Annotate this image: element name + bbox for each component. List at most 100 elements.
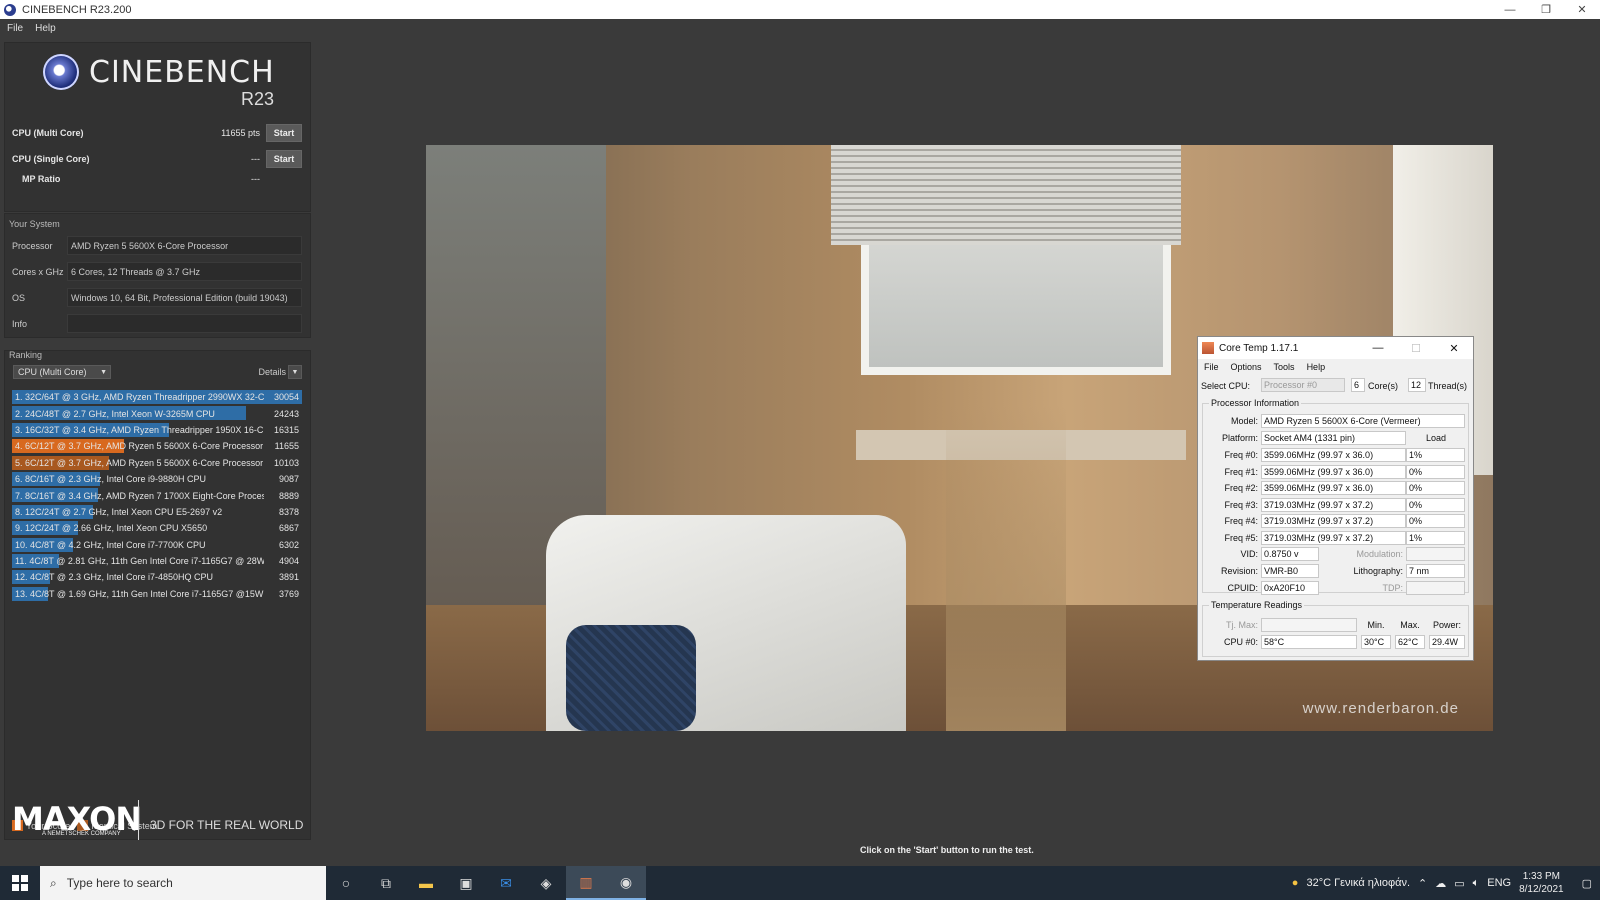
ranking-row[interactable]: 4. 6C/12T @ 3.7 GHz, AMD Ryzen 5 5600X 6… bbox=[12, 438, 302, 454]
tdp-value bbox=[1406, 581, 1465, 595]
sys-row-info: Info bbox=[12, 314, 302, 333]
maxon-tagline: 3D FOR THE REAL WORLD bbox=[150, 818, 304, 832]
revision-value: VMR-B0 bbox=[1261, 564, 1319, 578]
onedrive-icon[interactable]: ☁ bbox=[1435, 877, 1446, 890]
ranking-row[interactable]: 3. 16C/32T @ 3.4 GHz, AMD Ryzen Threadri… bbox=[12, 422, 302, 438]
store-icon[interactable]: ▣ bbox=[446, 866, 486, 900]
ct-menu-help[interactable]: Help bbox=[1307, 362, 1326, 372]
mail-icon[interactable]: ✉ bbox=[486, 866, 526, 900]
ranking-label: 6. 8C/16T @ 2.3 GHz, Intel Core i9-9880H… bbox=[15, 474, 207, 485]
ranking-row[interactable]: 6. 8C/16T @ 2.3 GHz, Intel Core i9-9880H… bbox=[12, 471, 302, 487]
clock-time: 1:33 PM bbox=[1522, 871, 1560, 882]
ranking-row[interactable]: 5. 6C/12T @ 3.7 GHz, AMD Ryzen 5 5600X 6… bbox=[12, 455, 302, 471]
coretemp-taskbar-icon[interactable]: ▥ bbox=[566, 866, 606, 900]
freq-load: 0% bbox=[1406, 514, 1465, 528]
ranking-label: 7. 8C/16T @ 3.4 GHz, AMD Ryzen 7 1700X E… bbox=[15, 490, 264, 501]
ct-menu-file[interactable]: File bbox=[1204, 362, 1219, 372]
ranking-row[interactable]: 10. 4C/8T @ 4.2 GHz, Intel Core i7-7700K… bbox=[12, 537, 302, 553]
ranking-row[interactable]: 8. 12C/24T @ 2.7 GHz, Intel Xeon CPU E5-… bbox=[12, 504, 302, 520]
cpu0-min: 30°C bbox=[1361, 635, 1391, 649]
task-view-icon[interactable]: ⧉ bbox=[366, 866, 406, 900]
sys-key: Processor bbox=[12, 240, 53, 251]
group-title: Processor Information bbox=[1209, 398, 1302, 408]
ranking-score: 6867 bbox=[278, 523, 299, 534]
taskbar-search-box[interactable]: ⌕ Type here to search bbox=[40, 866, 326, 900]
cinebench-app-icon bbox=[4, 3, 16, 16]
cpu-select-dropdown[interactable]: Processor #0 bbox=[1261, 378, 1345, 392]
cores-count: 6 bbox=[1351, 378, 1365, 392]
platform-value: Socket AM4 (1331 pin) bbox=[1261, 431, 1406, 445]
bench-label: MP Ratio bbox=[22, 174, 61, 184]
info-input[interactable] bbox=[67, 314, 302, 333]
ranking-row[interactable]: 9. 12C/24T @ 2.66 GHz, Intel Xeon CPU X5… bbox=[12, 520, 302, 536]
section-title: Your System bbox=[9, 219, 60, 229]
vid-value: 0.8750 v bbox=[1261, 547, 1319, 561]
details-toggle-button[interactable]: ▼ bbox=[288, 365, 302, 379]
restore-button[interactable]: ❐ bbox=[1528, 0, 1564, 19]
network-icon[interactable]: ▭ bbox=[1454, 877, 1464, 890]
logo-title: CINEBENCH bbox=[89, 55, 275, 90]
ranking-label: 1. 32C/64T @ 3 GHz, AMD Ryzen Threadripp… bbox=[15, 392, 264, 403]
ranking-label: 5. 6C/12T @ 3.7 GHz, AMD Ryzen 5 5600X 6… bbox=[15, 457, 264, 468]
ranking-row[interactable]: 2. 24C/48T @ 2.7 GHz, Intel Xeon W-3265M… bbox=[12, 405, 302, 421]
ranking-score: 16315 bbox=[273, 424, 299, 435]
bench-row-single: CPU (Single Core) --- Start bbox=[12, 149, 302, 169]
ranking-type-dropdown[interactable]: CPU (Multi Core) ▼ bbox=[13, 365, 111, 379]
cpuid-value: 0xA20F10 bbox=[1261, 581, 1319, 595]
section-title: Ranking bbox=[9, 350, 43, 360]
freq-value: 3719.03MHz (99.97 x 37.2) bbox=[1261, 497, 1406, 512]
platform-label: Platform: bbox=[1221, 433, 1258, 443]
language-indicator[interactable]: ENG bbox=[1487, 877, 1511, 889]
minimize-button[interactable]: — bbox=[1492, 0, 1528, 19]
menu-file[interactable]: File bbox=[7, 23, 23, 34]
window-titlebar: CINEBENCH R23.200 — ❐ ✕ bbox=[0, 0, 1600, 19]
threads-label: Thread(s) bbox=[1428, 381, 1468, 391]
menu-help[interactable]: Help bbox=[35, 23, 56, 34]
file-explorer-icon[interactable]: ▬ bbox=[406, 866, 446, 900]
dropdown-value: CPU (Multi Core) bbox=[18, 367, 87, 377]
start-single-button[interactable]: Start bbox=[266, 150, 302, 168]
render-chair bbox=[946, 405, 1066, 731]
notification-icon[interactable]: ▢ bbox=[1582, 877, 1592, 890]
freq-label: Freq #1: bbox=[1224, 466, 1258, 477]
ranking-score: 4904 bbox=[278, 556, 299, 567]
lithography-value: 7 nm bbox=[1406, 564, 1465, 578]
chevron-up-icon[interactable]: ⌃ bbox=[1418, 877, 1427, 890]
search-placeholder: Type here to search bbox=[66, 876, 173, 890]
tdp-label: TDP: bbox=[1382, 583, 1403, 593]
windows-icon bbox=[12, 875, 28, 891]
freq-load: 0% bbox=[1406, 497, 1465, 512]
ranking-row[interactable]: 13. 4C/8T @ 1.69 GHz, 11th Gen Intel Cor… bbox=[12, 586, 302, 602]
start-button[interactable] bbox=[0, 866, 40, 900]
coretemp-close-button[interactable]: ✕ bbox=[1435, 337, 1473, 359]
ranking-label: 8. 12C/24T @ 2.7 GHz, Intel Xeon CPU E5-… bbox=[15, 506, 223, 517]
coretemp-title: Core Temp 1.17.1 bbox=[1219, 342, 1299, 354]
volume-icon[interactable]: 🔈︎ bbox=[1473, 877, 1480, 890]
close-button[interactable]: ✕ bbox=[1564, 0, 1600, 19]
power-label: Power: bbox=[1432, 620, 1461, 630]
ranking-score: 6302 bbox=[278, 539, 299, 550]
cpuid-label: CPUID: bbox=[1227, 583, 1258, 593]
ct-menu-options[interactable]: Options bbox=[1231, 362, 1262, 372]
min-label: Min. bbox=[1367, 620, 1385, 630]
freq-label: Freq #3: bbox=[1224, 499, 1258, 510]
select-cpu-label: Select CPU: bbox=[1201, 381, 1251, 391]
ct-menu-tools[interactable]: Tools bbox=[1274, 362, 1295, 372]
bench-row-mp: MP Ratio --- bbox=[12, 169, 302, 189]
coretemp-maximize-button[interactable]: ☐ bbox=[1397, 337, 1435, 359]
ranking-row[interactable]: 11. 4C/8T @ 2.81 GHz, 11th Gen Intel Cor… bbox=[12, 553, 302, 569]
clock[interactable]: 1:33 PM 8/12/2021 bbox=[1519, 870, 1564, 896]
ranking-row[interactable]: 7. 8C/16T @ 3.4 GHz, AMD Ryzen 7 1700X E… bbox=[12, 487, 302, 503]
cinebench-taskbar-icon[interactable]: ◉ bbox=[606, 866, 646, 900]
freq-load: 0% bbox=[1406, 464, 1465, 479]
start-multi-button[interactable]: Start bbox=[266, 124, 302, 142]
weather-text[interactable]: 32°C Γενικά ηλιοφάν. bbox=[1306, 877, 1410, 889]
app-icon[interactable]: ◈ bbox=[526, 866, 566, 900]
ranking-label: 4. 6C/12T @ 3.7 GHz, AMD Ryzen 5 5600X 6… bbox=[15, 441, 264, 452]
freq-load: 1% bbox=[1406, 448, 1465, 462]
ranking-row[interactable]: 1. 32C/64T @ 3 GHz, AMD Ryzen Threadripp… bbox=[12, 389, 302, 405]
ranking-row[interactable]: 12. 4C/8T @ 2.3 GHz, Intel Core i7-4850H… bbox=[12, 569, 302, 585]
coretemp-minimize-button[interactable]: — bbox=[1359, 337, 1397, 359]
cores-label: Core(s) bbox=[1368, 381, 1399, 391]
cortana-icon[interactable]: ○ bbox=[326, 866, 366, 900]
